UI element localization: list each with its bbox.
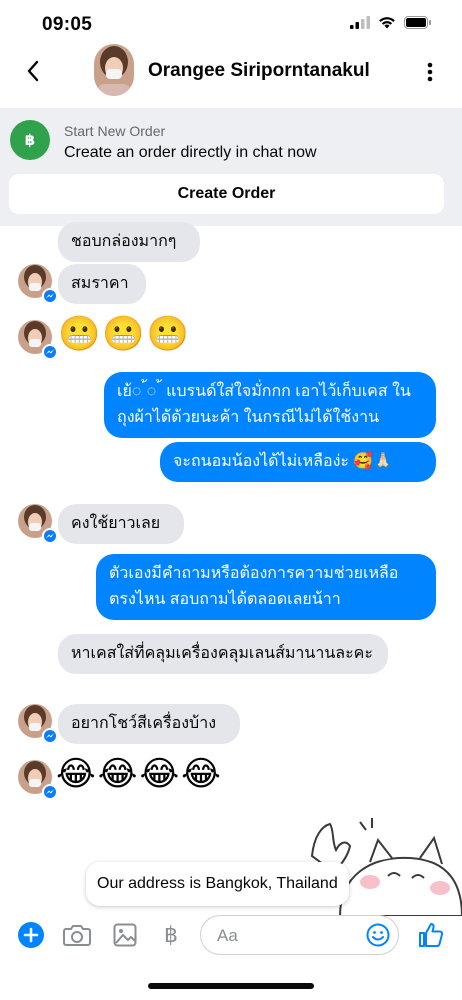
message-bubble[interactable]: หาเคสใส่ที่คลุมเครื่องคลุมเลนส์มานานละคะ <box>58 634 388 674</box>
baht-icon: ฿ <box>164 922 178 947</box>
message-bubble[interactable]: คงใช้ยาวเลย <box>58 504 184 544</box>
messenger-badge-icon <box>42 528 58 544</box>
contact-name[interactable]: Orangee Siriporntanakul <box>148 60 370 82</box>
message-input-placeholder: Aa <box>217 926 238 945</box>
emoji-icon[interactable] <box>366 923 390 952</box>
messenger-badge-icon <box>42 728 58 744</box>
camera-button[interactable] <box>62 920 92 950</box>
gallery-button[interactable] <box>110 920 140 950</box>
sender-avatar[interactable] <box>18 760 58 800</box>
message-bubble[interactable]: อยากโชว์สีเครื่องบ้าง <box>58 704 240 744</box>
sender-avatar[interactable] <box>18 704 58 744</box>
baht-icon: ฿ <box>10 120 50 160</box>
message-bubble[interactable]: จะถนอมน้องได้ไม่เหลือง่ะ 🥰🙏🏻 <box>160 442 436 482</box>
status-bar: 09:05 <box>0 0 462 46</box>
message-list: ชอบกล่องมากๆ สมราคา 😬😬😬 เย้◌ ้◌ ้ แบรนด์… <box>0 222 462 917</box>
message-bubble[interactable]: เย้◌ ้◌ ้ แบรนด์ใส่ใจมั่กกก เอาไว้เก็บเค… <box>104 372 436 438</box>
order-banner: ฿ Start New Order Create an order direct… <box>0 108 462 226</box>
like-button[interactable] <box>416 920 446 950</box>
message-bubble[interactable]: สมราคา <box>58 264 146 304</box>
message-input[interactable]: Aa <box>200 915 399 955</box>
message-composer: ฿ Aa <box>0 906 462 966</box>
payment-button[interactable]: ฿ <box>156 920 186 950</box>
more-vertical-icon <box>427 62 433 82</box>
sender-avatar[interactable] <box>18 264 58 304</box>
cellular-signal-icon <box>350 16 370 34</box>
status-time: 09:05 <box>42 14 93 35</box>
message-bubble[interactable]: ชอบกล่องมากๆ <box>58 222 200 262</box>
order-banner-caption: Start New Order <box>64 123 166 139</box>
camera-icon <box>63 925 91 946</box>
thumbs-up-icon <box>419 923 444 947</box>
messenger-badge-icon <box>42 288 58 304</box>
plus-circle-icon <box>18 922 44 948</box>
home-indicator <box>148 983 314 989</box>
sender-avatar[interactable] <box>18 504 58 544</box>
image-icon <box>113 923 137 947</box>
emoji-message[interactable]: 😬😬😬 <box>58 314 191 354</box>
chevron-left-icon <box>27 60 39 82</box>
sender-avatar[interactable] <box>18 320 58 360</box>
battery-icon <box>404 16 432 34</box>
order-banner-title: Create an order directly in chat now <box>64 144 317 161</box>
contact-avatar[interactable] <box>94 44 134 96</box>
create-order-button[interactable]: Create Order <box>9 174 444 214</box>
back-button[interactable] <box>18 56 48 86</box>
messenger-badge-icon <box>42 344 58 360</box>
more-options-button[interactable] <box>420 58 440 86</box>
address-tooltip: Our address is Bangkok, Thailand <box>86 862 349 906</box>
message-bubble[interactable]: ตัวเองมีคำถามหรือต้องการความช่วยเหลือ ตร… <box>96 554 436 620</box>
emoji-message[interactable]: 😂😂😂😂 <box>56 754 223 794</box>
wifi-icon <box>378 16 396 34</box>
chat-header: Orangee Siriporntanakul <box>0 44 462 104</box>
status-icons <box>350 16 432 34</box>
add-button[interactable] <box>16 920 46 950</box>
